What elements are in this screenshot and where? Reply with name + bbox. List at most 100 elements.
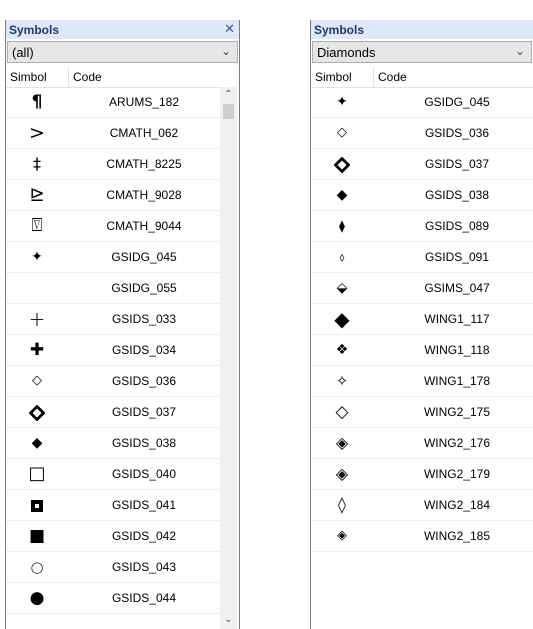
symbol-code: GSIDS_037 [111,405,177,419]
symbol-glyph: ⊵ [29,184,45,205]
symbol-code: WING2_176 [423,436,491,450]
symbol-row[interactable]: + GSIDS_033 [6,304,220,335]
symbol-glyph: ◇ [335,402,349,422]
symbol-code: GSIMS_047 [424,281,490,295]
symbols-panel-diamonds: Symbols ✕ Diamonds ⌄ Simbol Code ✦ GSIDG_… [310,20,533,629]
symbol-glyph: ◆ [334,307,350,331]
category-dropdown[interactable]: (all) ⌄ [7,41,238,63]
column-header-code[interactable]: Code [378,70,407,84]
symbol-glyph: ✧ [335,372,349,390]
scroll-up-icon[interactable]: ⌃ [220,89,237,100]
panel-title: Symbols [314,23,365,37]
column-header-symbol[interactable]: Simbol [315,70,352,84]
symbol-row[interactable]: GSIDS_041 [6,490,220,521]
symbol-row[interactable]: ◈ WING2_176 [311,428,533,459]
symbol-glyph: ◈ [335,433,349,452]
symbol-list: ✦ GSIDG_045 ◇ GSIDS_036 GSIDS_037 ◆ GSIDS_0… [311,87,533,552]
symbol-code: WING1_178 [423,374,491,388]
symbol-row[interactable]: ◆ GSIDS_038 [311,180,533,211]
symbol-row[interactable]: ✦ GSIDG_045 [6,242,220,273]
symbol-glyph [311,149,373,179]
diamond-outline-thick-icon [28,404,46,421]
symbol-glyph [6,490,68,520]
symbol-row[interactable]: GSIDS_037 [311,149,533,180]
symbol-row[interactable]: ‡ CMATH_8225 [6,149,220,180]
symbol-glyph: ✚ [29,340,45,360]
chevron-down-icon[interactable]: ⌄ [221,44,231,58]
symbol-code: GSIDS_042 [111,529,177,543]
symbol-glyph [6,273,68,303]
symbol-row[interactable]: ✦ GSIDG_045 [311,87,533,118]
column-header-code[interactable]: Code [73,70,102,84]
symbol-row[interactable]: ¶ ARUMS_182 [6,87,220,118]
column-header: Simbol Code [6,67,220,88]
symbol-glyph: ‡ [33,154,41,173]
symbol-row[interactable]: ● GSIDS_044 [6,583,220,614]
symbol-code: GSIDG_045 [424,95,490,109]
symbol-glyph: ⬨ [339,250,345,264]
scroll-down-icon[interactable]: ⌄ [220,614,237,625]
symbol-row[interactable]: ◊ WING2_184 [311,490,533,521]
symbol-glyph [6,397,68,427]
symbol-code: GSIDS_034 [111,343,177,357]
chevron-down-icon[interactable]: ⌄ [515,44,525,58]
symbol-code: GSIDS_091 [424,250,490,264]
symbol-row[interactable]: GSIDG_055 [6,273,220,304]
category-value: (all) [12,45,34,60]
symbol-glyph: ◈ [337,528,347,543]
symbol-code: CMATH_9044 [106,219,182,233]
symbol-row[interactable]: ⬨ GSIDS_091 [311,242,533,273]
symbol-row[interactable]: ⊵ CMATH_9028 [6,180,220,211]
symbol-row[interactable]: GSIDS_037 [6,397,220,428]
symbol-row[interactable]: ◈ WING2_185 [311,521,533,552]
symbol-row[interactable]: ◇ GSIDS_036 [311,118,533,149]
diamond-outline-thick-icon [333,156,351,173]
symbol-list: ¶ ARUMS_182 > CMATH_062 ‡ CMATH_8225 ⊵ CMATH… [6,87,220,614]
symbol-glyph: ❖ [335,342,349,358]
symbol-row[interactable]: ○ GSIDS_043 [6,552,220,583]
symbol-row[interactable]: ◇ WING2_175 [311,397,533,428]
symbol-row[interactable]: > CMATH_062 [6,118,220,149]
square-with-hole-icon [31,499,43,512]
symbol-glyph: ⧫ [339,219,345,233]
symbol-glyph: ⍔ [31,215,43,236]
symbol-row[interactable]: ⍔ CMATH_9044 [6,211,220,242]
symbol-code: ARUMS_182 [108,95,180,109]
symbol-row[interactable]: ✚ GSIDS_034 [6,335,220,366]
category-dropdown[interactable]: Diamonds ⌄ [312,41,532,63]
symbol-glyph: ○ [30,558,44,576]
close-icon[interactable]: ✕ [224,21,235,37]
symbol-code: GSIDS_036 [424,126,490,140]
symbol-glyph: ¶ [31,92,43,112]
symbol-row[interactable]: □ GSIDS_040 [6,459,220,490]
symbol-code: GSIDS_038 [424,188,490,202]
column-header: Simbol Code [311,67,533,88]
column-header-symbol[interactable]: Simbol [10,70,47,84]
scroll-thumb[interactable] [223,104,234,119]
symbol-row[interactable]: ❖ WING1_118 [311,335,533,366]
symbol-glyph: ◊ [338,495,346,514]
symbol-glyph: + [28,307,46,331]
symbol-code: GSIDG_055 [111,281,177,295]
symbol-row[interactable]: ■ GSIDS_042 [6,521,220,552]
symbol-row[interactable]: ✧ WING1_178 [311,366,533,397]
symbol-row[interactable]: ◆ GSIDS_038 [6,428,220,459]
symbol-code: WING1_117 [424,312,490,326]
symbol-glyph: ◇ [32,373,42,388]
symbol-row[interactable]: ◈ WING2_179 [311,459,533,490]
column-divider[interactable] [68,67,69,87]
symbol-glyph: ◇ [337,125,347,140]
symbol-code: GSIDS_041 [111,498,177,512]
panel-title: Symbols [9,23,60,37]
symbol-row[interactable]: ◆ WING1_117 [311,304,533,335]
panel-titlebar: Symbols ✕ [6,20,239,39]
category-value: Diamonds [317,45,376,60]
vertical-scrollbar[interactable]: ⌃ ⌄ [220,87,237,629]
symbol-row[interactable]: ⧫ GSIDS_089 [311,211,533,242]
symbol-code: GSIDS_044 [111,591,177,605]
symbol-row[interactable]: ⬙ GSIMS_047 [311,273,533,304]
symbol-glyph: ✦ [31,249,43,265]
symbol-row[interactable]: ◇ GSIDS_036 [6,366,220,397]
symbol-code: GSIDG_045 [111,250,177,264]
column-divider[interactable] [373,67,374,87]
